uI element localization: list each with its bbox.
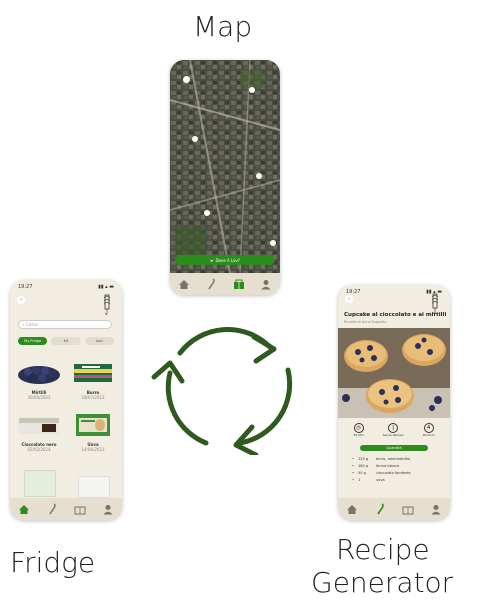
map-pin-1[interactable] (183, 76, 190, 83)
ingredient-qty: 1 (358, 478, 361, 482)
search-input[interactable]: ⌕ Cerca (18, 320, 112, 329)
recipe-title: Cupcake al cioccolato e ai mirtilli (344, 312, 447, 318)
map-pin-4[interactable] (256, 173, 262, 179)
ingredient-name: uova (376, 478, 385, 482)
bullet: • (352, 464, 355, 468)
signal-icon: ▮▮ ▴ ▬ (98, 284, 114, 290)
navigate-icon: ➤ (210, 257, 214, 263)
user-icon[interactable] (427, 501, 445, 517)
map-pin-6[interactable] (270, 240, 276, 246)
item-date: 30/06/2023 (27, 395, 51, 400)
back-button[interactable]: ‹ (17, 296, 25, 304)
stat-diet: ǀ Senza lattosio (383, 423, 404, 437)
fridge-item-card[interactable] (78, 476, 110, 498)
item-date: 18/07/2023 (81, 395, 105, 400)
fridge-icon[interactable] (399, 501, 417, 517)
ingredient-row: • 125 g burro, ammorbidito (352, 457, 442, 464)
spoon-icon[interactable] (43, 501, 61, 517)
fridge-item-card[interactable]: Uova 14/06/2023 (70, 412, 116, 458)
item-date: 14/06/2023 (81, 447, 105, 452)
recipe-caption-line2: Generator (311, 566, 454, 599)
portion-icon: 4 (423, 423, 434, 433)
clock-icon: ◷ (353, 423, 364, 433)
recipe-phone: 19:27 ▮▮ ▴ ▬ ‹ Cupcake al cioccolato e a… (338, 285, 450, 520)
stat-time: ◷ 30 Min (354, 423, 364, 437)
user-icon[interactable] (257, 276, 275, 292)
fridge-caption: Fridge (10, 546, 96, 579)
tab-kit[interactable]: Kit (51, 337, 81, 345)
ingredient-list: • 125 g burro, ammorbidito • 180 g farin… (352, 457, 442, 485)
ingredient-qty: 125 g (358, 457, 369, 461)
map-caption: Map (193, 10, 253, 43)
bullet: • (352, 478, 355, 482)
fridge-icon[interactable] (230, 276, 248, 292)
user-icon[interactable] (99, 501, 117, 517)
dark-chocolate-image (19, 418, 59, 434)
status-bar: 19:27 ▮▮ ▴ ▬ (18, 284, 114, 290)
map-pin-5[interactable] (204, 210, 210, 216)
fridge-tabs: My Fridge Kit Add (18, 337, 114, 345)
thermometer-icon: ǀ (388, 423, 399, 433)
ingredient-name: cioccolato fondente (376, 471, 411, 475)
recipe-subtitle: Ricetta di Anna Esposito (344, 320, 387, 324)
eggs-image (76, 414, 110, 436)
status-time: 19:27 (18, 284, 33, 290)
ingredient-row: • 1 uova (352, 478, 442, 485)
fridge-item-card[interactable]: Cioccolato nero 02/02/2024 (16, 412, 62, 458)
stat-portions: 4 Porzioni (422, 423, 435, 437)
recipe-caption-line1: Recipe (336, 533, 430, 566)
quantity-button[interactable]: Quantità (360, 445, 428, 451)
satellite-map[interactable] (170, 60, 280, 273)
ingredient-row: • 50 g cioccolato fondente (352, 471, 442, 478)
bullet: • (352, 471, 355, 475)
bullet: • (352, 457, 355, 461)
back-button[interactable]: ‹ (345, 295, 353, 303)
fridge-icon[interactable] (71, 501, 89, 517)
location-button-label: Dove è Lov? (215, 257, 240, 263)
blueberries-image (18, 366, 60, 384)
stat-label: Senza lattosio (382, 433, 404, 437)
tab-add[interactable]: Add (84, 337, 114, 345)
recipe-stats: ◷ 30 Min ǀ Senza lattosio 4 Porzioni (344, 423, 444, 437)
home-icon[interactable] (175, 276, 193, 292)
home-icon[interactable] (343, 501, 361, 517)
fridge-item-card[interactable] (24, 470, 56, 497)
butter-image (74, 364, 112, 382)
ingredient-name: farina bianca (376, 464, 399, 468)
stat-label: Porzioni (422, 433, 435, 437)
spoon-icon[interactable] (202, 276, 220, 292)
cycle-arrows-icon (151, 327, 293, 455)
map-phone: ➤ Dove è Lov? (170, 60, 280, 295)
map-pin-3[interactable] (192, 136, 198, 142)
ingredient-row: • 180 g farina bianca (352, 464, 442, 471)
recipe-navbar (338, 498, 450, 520)
map-navbar (170, 273, 280, 295)
tab-my-fridge[interactable]: My Fridge (18, 337, 48, 345)
cupcake-photo (338, 328, 450, 418)
fridge-navbar (10, 498, 122, 520)
home-icon[interactable] (15, 501, 33, 517)
map-pin-2[interactable] (249, 87, 255, 93)
fridge-item-card[interactable]: Burro 18/07/2023 (70, 360, 116, 406)
ingredient-name: burro, ammorbidito (376, 457, 411, 461)
ingredient-qty: 180 g (358, 464, 369, 468)
fridge-phone: 19:27 ▮▮ ▴ ▬ ‹ ⌕ Cerca My Fridge Kit Add… (10, 280, 122, 520)
app-logo-icon (103, 294, 111, 315)
search-icon: ⌕ (22, 322, 25, 327)
ingredient-qty: 50 g (358, 471, 366, 475)
item-date: 02/02/2024 (27, 447, 51, 452)
stat-label: 30 Min (353, 433, 364, 437)
location-button[interactable]: ➤ Dove è Lov? (175, 255, 275, 265)
spoon-icon[interactable] (371, 501, 389, 517)
fridge-item-card[interactable]: Mirtilli 30/06/2023 (16, 360, 62, 406)
search-placeholder: Cerca (26, 322, 38, 327)
